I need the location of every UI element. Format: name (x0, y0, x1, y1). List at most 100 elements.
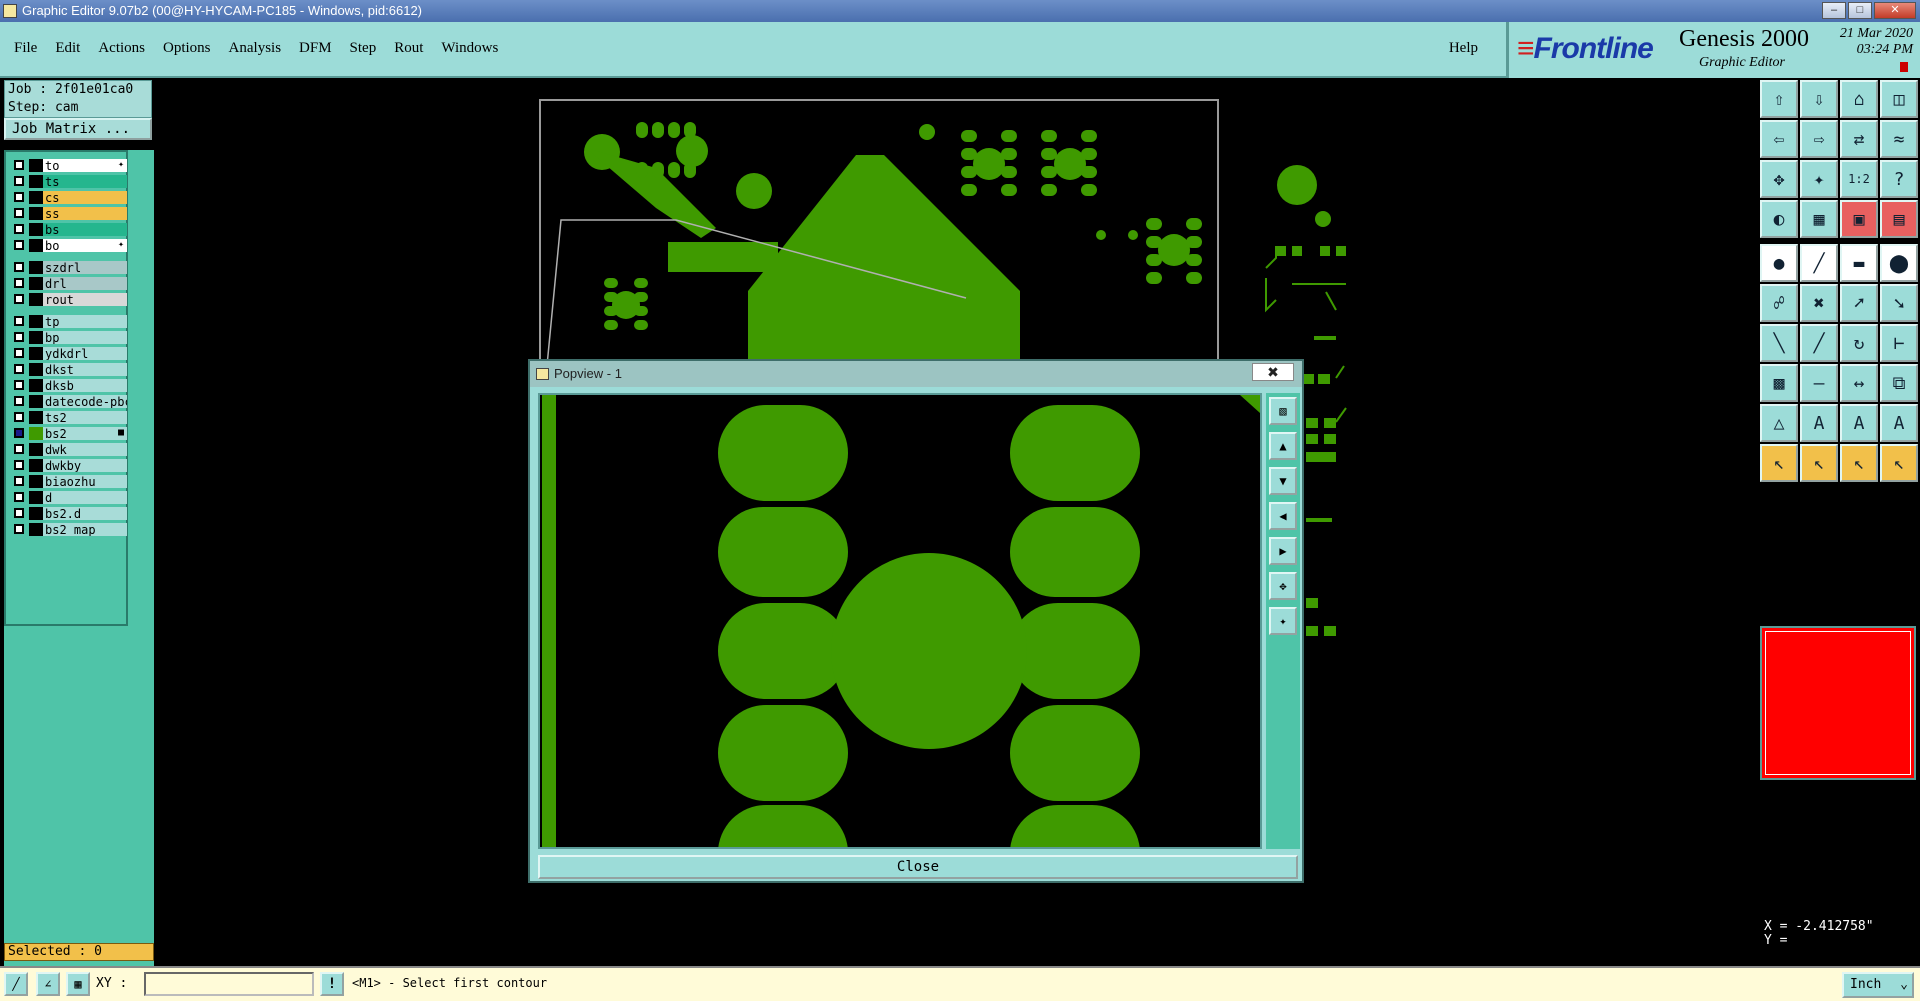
layer-checkbox[interactable] (14, 262, 24, 272)
zoom-fit-icon[interactable]: ✥ (1760, 160, 1798, 198)
connect-icon[interactable]: ☍ (1760, 284, 1798, 322)
mode-icon-1[interactable]: ╱ (4, 972, 28, 996)
layer-row-dwkby[interactable]: dwkby (8, 458, 128, 474)
layer-color-swatch[interactable] (29, 261, 43, 274)
layers-icon[interactable]: ▤ (1880, 200, 1918, 238)
grid-icon[interactable]: ▦ (1800, 200, 1838, 238)
move-pad-icon[interactable]: ▩ (1760, 364, 1798, 402)
layer-name[interactable]: drl (43, 277, 127, 290)
layer-checkbox[interactable] (14, 192, 24, 202)
cross-icon[interactable]: ✖ (1800, 284, 1838, 322)
menu-file[interactable]: File (14, 40, 37, 57)
layer-color-swatch[interactable] (29, 175, 43, 188)
layer-name[interactable]: bs (43, 223, 127, 236)
home-icon[interactable]: ⌂ (1840, 80, 1878, 118)
layer-checkbox[interactable] (14, 294, 24, 304)
dimension-icon[interactable]: ↔ (1840, 364, 1878, 402)
layer-name[interactable]: ts2 (43, 411, 127, 424)
select-box-icon[interactable]: ↖ (1800, 444, 1838, 482)
add-pad-icon[interactable]: ● (1760, 244, 1798, 282)
layer-row-dkst[interactable]: dkst (8, 362, 128, 378)
align-icon[interactable]: ⊢ (1880, 324, 1918, 362)
layer-name[interactable]: dksb (43, 379, 127, 392)
layer-color-swatch[interactable] (29, 331, 43, 344)
layer-checkbox[interactable] (14, 476, 24, 486)
layer-checkbox[interactable] (14, 460, 24, 470)
menu-analysis[interactable]: Analysis (229, 40, 282, 57)
select-net-icon[interactable]: ↖ (1840, 444, 1878, 482)
layer-checkbox[interactable] (14, 524, 24, 534)
redraw-icon[interactable]: ≈ (1880, 120, 1918, 158)
layer-checkbox[interactable] (14, 396, 24, 406)
layer-name[interactable]: rout (43, 293, 127, 306)
pan-up-icon[interactable]: ⇧ (1760, 80, 1798, 118)
window-close-button[interactable]: ✕ (1874, 2, 1916, 19)
popview-zoom[interactable] (540, 395, 1260, 847)
scale-icon[interactable]: 1:2 (1840, 160, 1878, 198)
layer-checkbox[interactable] (14, 492, 24, 502)
menu-options[interactable]: Options (163, 40, 211, 57)
layer-row-datecode-pbc[interactable]: datecode-pbc (8, 394, 128, 410)
layer-row-to[interactable]: to ✦ (8, 158, 128, 174)
layer-color-swatch[interactable] (29, 223, 43, 236)
layer-color-swatch[interactable] (29, 491, 43, 504)
layer-color-swatch[interactable] (29, 395, 43, 408)
layer-row-dwk[interactable]: dwk (8, 442, 128, 458)
mode-icon-3[interactable]: ▦ (66, 972, 90, 996)
layer-row-bs[interactable]: bs (8, 222, 128, 238)
layer-name[interactable]: bo (43, 239, 127, 252)
popview-pan-up-icon[interactable]: ▲ (1269, 432, 1297, 460)
layer-checkbox[interactable] (14, 160, 24, 170)
layer-row-ydkdrl[interactable]: ydkdrl (8, 346, 128, 362)
mode-icon-2[interactable]: ∠ (36, 972, 60, 996)
layer-row-drl[interactable]: drl (8, 276, 128, 292)
triangle-icon[interactable]: △ (1760, 404, 1798, 442)
layer-color-swatch[interactable] (29, 191, 43, 204)
copy-icon[interactable]: ⧉ (1880, 364, 1918, 402)
job-matrix-button[interactable]: Job Matrix ... (4, 118, 152, 140)
layer-row-bs2.d[interactable]: bs2.d (8, 506, 128, 522)
minus-line-icon[interactable]: — (1800, 364, 1838, 402)
layer-color-swatch[interactable] (29, 315, 43, 328)
warning-icon[interactable]: ! (320, 972, 344, 996)
menu-step[interactable]: Step (350, 40, 377, 57)
layer-name[interactable]: to (43, 159, 127, 172)
xy-input[interactable] (144, 972, 314, 996)
layer-checkbox[interactable] (14, 380, 24, 390)
add-round-icon[interactable]: ⬤ (1880, 244, 1918, 282)
popview-zoom-icon[interactable]: ▧ (1269, 397, 1297, 425)
layer-color-swatch[interactable] (29, 507, 43, 520)
layer-checkbox[interactable] (14, 176, 24, 186)
arc-icon[interactable]: ↻ (1840, 324, 1878, 362)
layer-name[interactable]: dkst (43, 363, 127, 376)
layer-name[interactable]: datecode-pbc (43, 395, 127, 408)
select-pointer-icon[interactable]: ↖ (1760, 444, 1798, 482)
layer-checkbox[interactable] (14, 348, 24, 358)
layer-row-bs2[interactable]: bs2 ■ (8, 426, 128, 442)
layer-row-ts[interactable]: ts (8, 174, 128, 190)
help-icon[interactable]: ? (1880, 160, 1918, 198)
menu-dfm[interactable]: DFM (299, 40, 332, 57)
pan-right-icon[interactable]: ⇨ (1800, 120, 1838, 158)
select-cross-icon[interactable]: ↖ (1880, 444, 1918, 482)
popview-pan-left-icon[interactable]: ◀ (1269, 502, 1297, 530)
pan-left-icon[interactable]: ⇦ (1760, 120, 1798, 158)
layer-color-swatch[interactable] (29, 207, 43, 220)
layer-name[interactable]: cs (43, 191, 127, 204)
layer-row-dksb[interactable]: dksb (8, 378, 128, 394)
popview-center-icon[interactable]: ✦ (1269, 607, 1297, 635)
popview-close-x[interactable]: ✖ (1252, 363, 1294, 381)
slope-line-icon[interactable]: ╲ (1760, 324, 1798, 362)
layer-color-swatch[interactable] (29, 443, 43, 456)
layer-color-swatch[interactable] (29, 459, 43, 472)
menu-help[interactable]: Help (1449, 40, 1478, 57)
layer-checkbox[interactable] (14, 208, 24, 218)
minimize-button[interactable]: – (1822, 2, 1846, 19)
menu-edit[interactable]: Edit (55, 40, 80, 57)
layer-row-tp[interactable]: tp (8, 314, 128, 330)
layer-name[interactable]: ss (43, 207, 127, 220)
layer-checkbox[interactable] (14, 364, 24, 374)
add-surface-icon[interactable]: ▬ (1840, 244, 1878, 282)
split-view-icon[interactable]: ◫ (1880, 80, 1918, 118)
pan-down-icon[interactable]: ⇩ (1800, 80, 1838, 118)
